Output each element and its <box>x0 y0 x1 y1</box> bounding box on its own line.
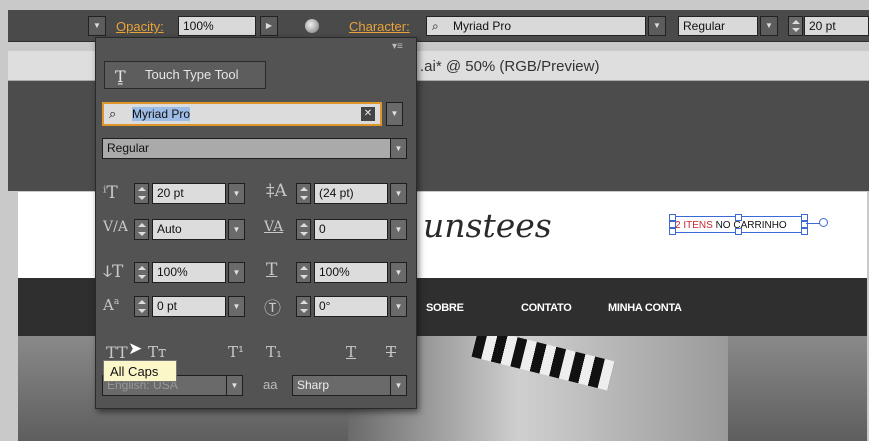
small-caps-icon[interactable]: Tᴛ <box>148 343 166 361</box>
horizontal-scale-spinner[interactable] <box>296 262 311 283</box>
rotation-arrow[interactable]: ▼ <box>390 296 407 317</box>
cart-text: 2 ITENS NO CARRINHO <box>675 220 787 231</box>
opacity-label[interactable]: Opacity: <box>116 19 164 34</box>
character-label[interactable]: Character: <box>349 19 410 34</box>
subscript-icon[interactable]: T₁ <box>266 343 282 361</box>
search-icon: ⌕ <box>432 19 439 33</box>
tracking-icon: VA <box>264 219 284 235</box>
superscript-icon[interactable]: T¹ <box>228 343 244 361</box>
horizontal-scale-arrow[interactable]: ▼ <box>390 262 407 283</box>
strikethrough-icon[interactable]: T <box>386 343 396 361</box>
nav-item-minha-conta: MINHA CONTA <box>608 302 682 314</box>
nav-item-contato: CONTATO <box>521 302 572 314</box>
cart-count: 2 ITENS <box>675 220 713 231</box>
recolor-icon[interactable] <box>305 19 319 33</box>
font-family-value: Myriad Pro <box>132 107 191 121</box>
tracking-field[interactable]: 0 <box>314 219 388 240</box>
antialiasing-select[interactable]: Sharp <box>292 375 392 396</box>
nav-item-sobre: SOBRE <box>426 302 464 314</box>
character-rotation-icon: Ⓣ <box>264 299 281 319</box>
rotation-field[interactable]: 0° <box>314 296 388 317</box>
baseline-shift-icon: Aa <box>103 296 120 314</box>
kerning-field[interactable]: Auto <box>152 219 226 240</box>
font-size-field[interactable]: 20 pt <box>152 183 226 204</box>
baseline-shift-spinner[interactable] <box>134 296 149 317</box>
font-family-value: Myriad Pro <box>453 19 512 33</box>
text-port-handle[interactable] <box>819 218 828 227</box>
horizontal-scale-field[interactable]: 100% <box>314 262 388 283</box>
leading-icon: ‡A <box>266 181 287 201</box>
font-style-field[interactable]: Regular <box>678 16 758 36</box>
document-title: .ai* @ 50% (RGB/Preview) <box>420 58 600 75</box>
touch-type-icon: Ṯ <box>115 67 126 86</box>
leading-field[interactable]: (24 pt) <box>314 183 388 204</box>
rotation-spinner[interactable] <box>296 296 311 317</box>
font-family-input[interactable]: ⌕ Myriad Pro ✕ <box>102 102 382 126</box>
font-style-arrow[interactable]: ▼ <box>760 16 778 36</box>
leading-spinner[interactable] <box>296 183 311 204</box>
kerning-arrow[interactable]: ▼ <box>228 219 245 240</box>
tooltip: All Caps <box>103 360 177 382</box>
selection-handle[interactable] <box>801 228 808 235</box>
tracking-spinner[interactable] <box>296 219 311 240</box>
font-style-value: Regular <box>107 141 150 155</box>
vertical-scale-field[interactable]: 100% <box>152 262 226 283</box>
search-icon: ⌕ <box>109 106 117 121</box>
selection-handle[interactable] <box>801 214 808 221</box>
kerning-icon: V/A <box>103 219 128 235</box>
underline-icon[interactable]: T <box>346 343 356 361</box>
vertical-scale-icon: ↆT <box>103 262 124 282</box>
leading-arrow[interactable]: ▼ <box>390 183 407 204</box>
site-logo: unstees <box>423 206 552 245</box>
opacity-field[interactable]: 100% <box>178 16 256 36</box>
font-family-field[interactable]: ⌕ Myriad Pro <box>426 16 646 36</box>
font-style-arrow[interactable]: ▼ <box>390 138 407 159</box>
mouse-cursor-icon: ➤ <box>128 339 143 358</box>
kerning-spinner[interactable] <box>134 219 149 240</box>
font-size-arrow[interactable]: ▼ <box>228 183 245 204</box>
font-size-icon: ⁱT <box>103 183 118 203</box>
font-size-spinner[interactable] <box>788 16 803 36</box>
vertical-scale-spinner[interactable] <box>134 262 149 283</box>
horizontal-scale-icon: T <box>266 260 278 280</box>
language-arrow[interactable]: ▼ <box>226 375 243 396</box>
antialiasing-value: Sharp <box>297 378 330 392</box>
character-panel: ▾≡ Ṯ Touch Type Tool ⌕ Myriad Pro ✕ ▼ Re… <box>95 37 417 409</box>
baseline-shift-field[interactable]: 0 pt <box>152 296 226 317</box>
font-family-arrow[interactable]: ▼ <box>648 16 666 36</box>
clear-icon[interactable]: ✕ <box>361 107 375 121</box>
antialiasing-arrow[interactable]: ▼ <box>390 375 407 396</box>
font-style-select[interactable]: Regular <box>102 138 392 159</box>
opacity-arrow[interactable]: ▶ <box>260 16 278 36</box>
cart-label: NO CARRINHO <box>712 220 787 231</box>
baseline-shift-arrow[interactable]: ▼ <box>228 296 245 317</box>
antialiasing-icon: aa <box>263 377 278 392</box>
font-size-spinner[interactable] <box>134 183 149 204</box>
font-family-arrow[interactable]: ▼ <box>386 102 403 126</box>
vertical-scale-arrow[interactable]: ▼ <box>228 262 245 283</box>
stroke-dropdown-arrow[interactable]: ▼ <box>88 16 106 36</box>
overflow-line <box>806 223 820 224</box>
font-size-field[interactable]: 20 pt <box>804 16 869 36</box>
touch-type-label: Touch Type Tool <box>145 67 239 82</box>
panel-menu-icon[interactable]: ▾≡ <box>392 41 403 52</box>
touch-type-tool-button[interactable]: Ṯ Touch Type Tool <box>104 61 266 89</box>
tracking-arrow[interactable]: ▼ <box>390 219 407 240</box>
